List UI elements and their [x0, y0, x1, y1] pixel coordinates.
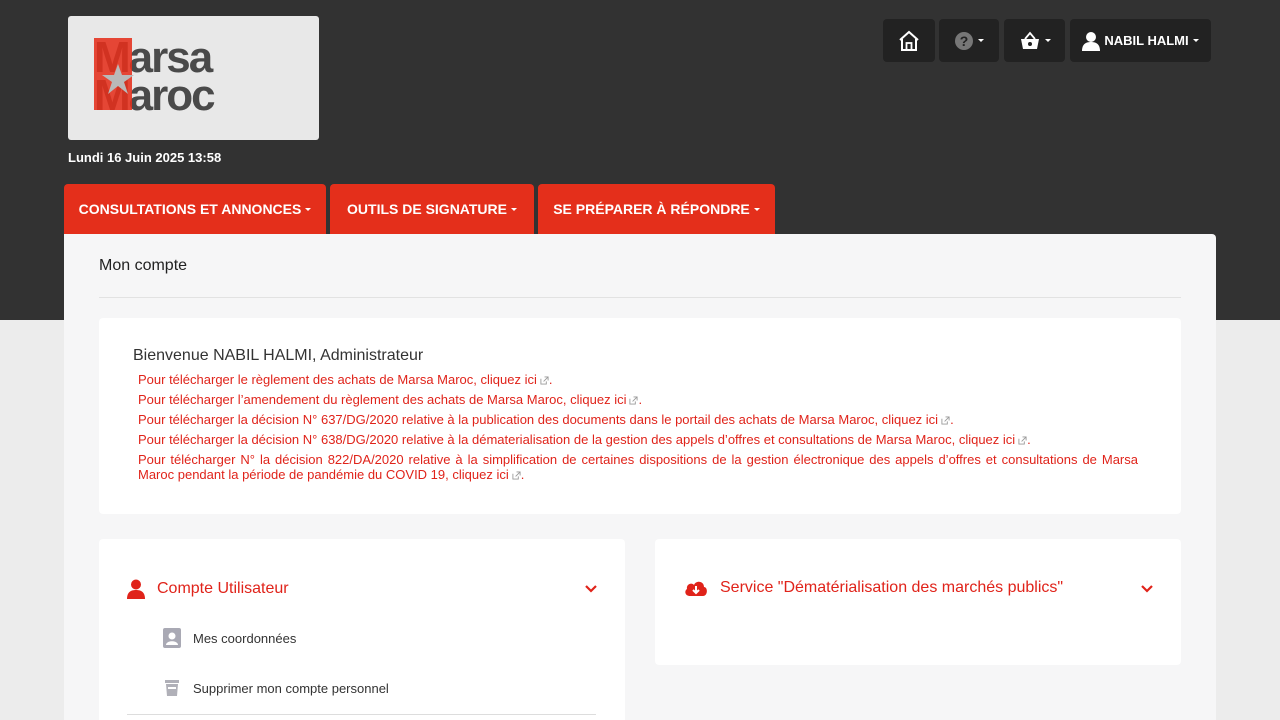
- question-circle-icon: ?: [955, 31, 973, 50]
- user-icon: [1082, 31, 1101, 51]
- logo-graphic: Marsa Maroc: [94, 34, 217, 118]
- item-label: Mes coordonnées: [193, 630, 297, 646]
- doc-link-text: Pour télécharger N° la décision 822/DA/2…: [138, 452, 1138, 482]
- current-datetime: Lundi 16 Juin 2025 13:58: [68, 150, 222, 165]
- cloud-download-icon: [685, 581, 707, 596]
- marsa-maroc-logo[interactable]: Marsa Maroc: [68, 16, 319, 140]
- service-section-toggle[interactable]: Service "Dématérialisation des marchés p…: [684, 579, 1063, 597]
- welcome-message: Bienvenue NABIL HALMI, Administrateur: [133, 347, 424, 364]
- doc-link-line: Pour télécharger N° la décision 822/DA/2…: [138, 452, 1138, 482]
- document-links: Pour télécharger le règlement des achats…: [138, 372, 1138, 487]
- chevron-down-icon: [1192, 39, 1199, 42]
- help-menu-button[interactable]: ?: [939, 19, 999, 62]
- home-button[interactable]: [883, 19, 935, 62]
- chevron-down-icon: [1044, 39, 1051, 42]
- download-link[interactable]: cliquez ici: [959, 432, 1015, 447]
- service-section-title: Service "Dématérialisation des marchés p…: [720, 579, 1064, 596]
- account-section-toggle[interactable]: Compte Utilisateur: [127, 579, 289, 599]
- external-link-icon: [512, 471, 521, 480]
- external-link-icon: [540, 376, 549, 385]
- trash-icon: [165, 680, 179, 696]
- chevron-down-icon[interactable]: [585, 584, 597, 594]
- basket-menu-button[interactable]: [1004, 19, 1065, 62]
- chevron-down-icon: [753, 207, 760, 211]
- download-link[interactable]: cliquez ici: [452, 467, 508, 482]
- contact-card-icon: [163, 628, 181, 648]
- external-link-icon: [1018, 436, 1027, 445]
- tab-label: OUTILS DE SIGNATURE: [347, 201, 507, 217]
- user-name: NABIL HALMI: [1104, 33, 1189, 48]
- page-title: Mon compte: [99, 257, 188, 274]
- doc-link-text: Pour télécharger la décision N° 637/DG/2…: [138, 412, 882, 427]
- chevron-down-icon[interactable]: [1141, 584, 1153, 594]
- account-card: Compte Utilisateur Mes coordonnées Suppr…: [99, 539, 625, 720]
- chevron-down-icon: [305, 207, 312, 211]
- download-link[interactable]: cliquez ici: [481, 372, 537, 387]
- tab-se-preparer-repondre[interactable]: SE PRÉPARER À RÉPONDRE: [538, 184, 775, 234]
- doc-link-after: .: [520, 467, 525, 482]
- doc-link-after: .: [1027, 432, 1031, 447]
- main-panel: Mon compte Bienvenue NABIL HALMI, Admini…: [64, 234, 1216, 720]
- user-icon: [127, 579, 145, 599]
- doc-link-line: Pour télécharger la décision N° 638/DG/2…: [138, 432, 1138, 447]
- download-link[interactable]: cliquez ici: [882, 412, 938, 427]
- tab-label: CONSULTATIONS ET ANNONCES: [78, 201, 302, 217]
- mes-coordonnees-link[interactable]: Mes coordonnées: [163, 628, 296, 648]
- doc-link-line: Pour télécharger le règlement des achats…: [138, 372, 1138, 387]
- basket-icon: [1020, 31, 1039, 49]
- item-label: Supprimer mon compte personnel: [193, 680, 389, 696]
- external-link-icon: [941, 416, 950, 425]
- doc-link-after: .: [950, 412, 954, 427]
- doc-link-text: Pour télécharger l’amendement du règleme…: [138, 392, 571, 407]
- doc-link-after: .: [638, 392, 643, 407]
- doc-link-text: Pour télécharger la décision N° 638/DG/2…: [138, 432, 959, 447]
- doc-link-after: .: [548, 372, 553, 387]
- doc-link-line: Pour télécharger la décision N° 637/DG/2…: [138, 412, 1138, 427]
- logo-red-bar: [94, 38, 132, 110]
- divider: [99, 297, 1181, 298]
- doc-link-line: Pour télécharger l’amendement du règleme…: [138, 392, 1138, 407]
- svg-text:?: ?: [960, 33, 969, 49]
- divider: [127, 714, 596, 715]
- welcome-card: Bienvenue NABIL HALMI, Administrateur Po…: [99, 318, 1181, 514]
- home-icon: [899, 30, 919, 51]
- chevron-down-icon: [978, 39, 984, 42]
- tab-label: SE PRÉPARER À RÉPONDRE: [553, 201, 750, 217]
- tab-outils-signature[interactable]: OUTILS DE SIGNATURE: [330, 184, 534, 234]
- download-link[interactable]: cliquez ici: [570, 392, 626, 407]
- supprimer-compte-link[interactable]: Supprimer mon compte personnel: [163, 679, 389, 697]
- account-section-title: Compte Utilisateur: [157, 580, 289, 597]
- doc-link-text: Pour télécharger le règlement des achats…: [138, 372, 481, 387]
- service-card: Service "Dématérialisation des marchés p…: [655, 539, 1181, 665]
- user-menu-button[interactable]: NABIL HALMI: [1070, 19, 1211, 62]
- tab-consultations-annonces[interactable]: CONSULTATIONS ET ANNONCES: [64, 184, 326, 234]
- chevron-down-icon: [510, 207, 517, 211]
